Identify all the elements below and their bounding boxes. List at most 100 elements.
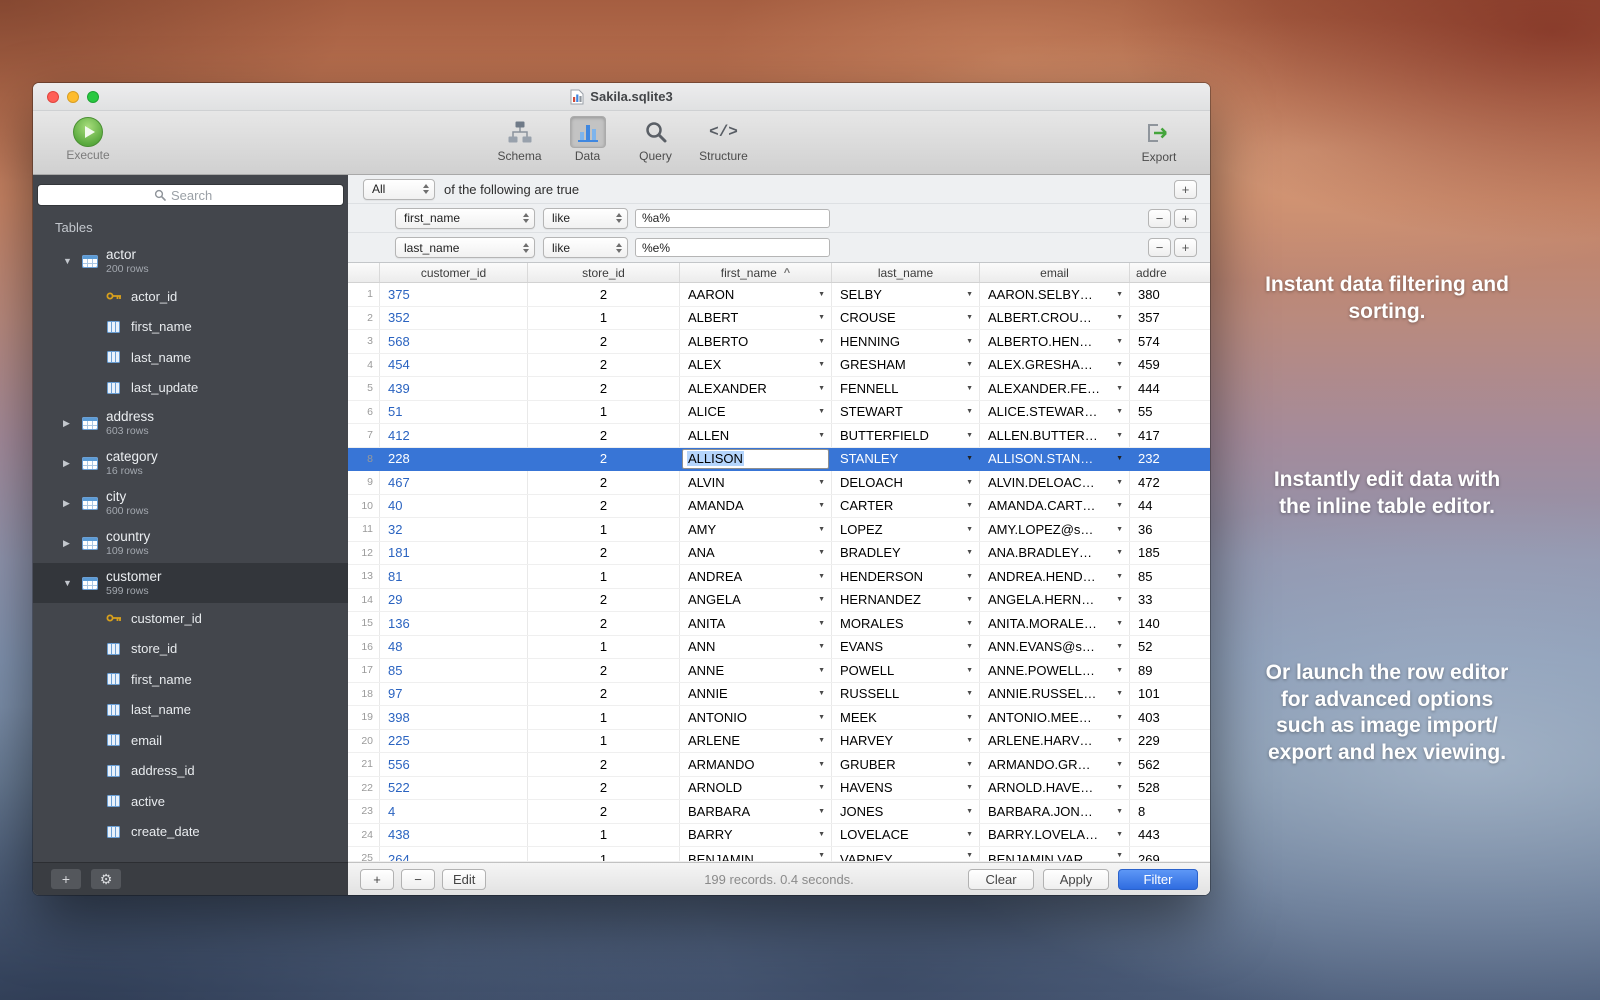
chevron-down-icon[interactable]: ▼ (818, 385, 827, 392)
search-field[interactable] (37, 184, 344, 206)
chevron-down-icon[interactable]: ▼ (966, 408, 975, 415)
chevron-down-icon[interactable]: ▼ (818, 549, 827, 556)
chevron-down-icon[interactable]: ▼ (818, 808, 827, 815)
cell-last-name[interactable]: EVANS▼ (832, 636, 980, 659)
chevron-down-icon[interactable]: ▼ (1116, 432, 1125, 439)
cell-first-name[interactable]: ARLENE▼ (680, 730, 832, 753)
cell-last-name[interactable]: HENDERSON▼ (832, 565, 980, 588)
cell-first-name[interactable]: ALEX▼ (680, 354, 832, 377)
cell-address-id[interactable]: 403 (1130, 706, 1210, 729)
cell-email[interactable]: ANITA.MORALE…▼ (980, 612, 1130, 635)
cell-first-name[interactable]: ALVIN▼ (680, 471, 832, 494)
chevron-down-icon[interactable]: ▼ (966, 314, 975, 321)
chevron-down-icon[interactable]: ▼ (966, 784, 975, 791)
cell-store-id[interactable]: 2 (528, 424, 680, 447)
sidebar-column-create_date[interactable]: create_date (33, 817, 348, 848)
sidebar-column-last_update[interactable]: last_update (33, 373, 348, 404)
chevron-down-icon[interactable]: ▼ (1116, 361, 1125, 368)
cell-first-name[interactable]: ANDREA▼ (680, 565, 832, 588)
chevron-down-icon[interactable]: ▼ (966, 291, 975, 298)
cell-last-name[interactable]: GRUBER▼ (832, 753, 980, 776)
cell-last-name[interactable]: CROUSE▼ (832, 307, 980, 330)
chevron-down-icon[interactable]: ▼ (966, 737, 975, 744)
sidebar-column-address_id[interactable]: address_id (33, 756, 348, 787)
column-header-last-name[interactable]: last_name (832, 263, 980, 282)
cell-store-id[interactable]: 1 (528, 706, 680, 729)
chevron-down-icon[interactable]: ▼ (966, 338, 975, 345)
cell-first-name[interactable]: BARRY▼ (680, 824, 832, 847)
table-row[interactable]: 151362ANITA▼MORALES▼ANITA.MORALE…▼140 (348, 612, 1210, 636)
cell-store-id[interactable]: 2 (528, 659, 680, 682)
add-table-button[interactable]: + (51, 869, 81, 889)
table-row[interactable]: 14292ANGELA▼HERNANDEZ▼ANGELA.HERN…▼33 (348, 589, 1210, 613)
chevron-right-icon[interactable]: ▶ (63, 538, 74, 549)
chevron-down-icon[interactable]: ▼ (818, 573, 827, 580)
chevron-down-icon[interactable]: ▼ (1116, 761, 1125, 768)
cell-store-id[interactable]: 2 (528, 448, 680, 471)
cell-address-id[interactable]: 357 (1130, 307, 1210, 330)
table-row[interactable]: 13811ANDREA▼HENDERSON▼ANDREA.HEND…▼85 (348, 565, 1210, 589)
table-row[interactable]: 17852ANNE▼POWELL▼ANNE.POWELL…▼89 (348, 659, 1210, 683)
gear-icon[interactable]: ⚙ (91, 869, 121, 889)
cell-customer-id[interactable]: 4 (380, 800, 528, 823)
cell-store-id[interactable]: 2 (528, 283, 680, 306)
chevron-down-icon[interactable]: ▼ (1116, 620, 1125, 627)
cell-email[interactable]: ANN.EVANS@s…▼ (980, 636, 1130, 659)
chevron-down-icon[interactable]: ▼ (1116, 549, 1125, 556)
cell-first-name[interactable]: AMY▼ (680, 518, 832, 541)
chevron-down-icon[interactable]: ▼ (966, 808, 975, 815)
cell-first-name[interactable]: ALLEN▼ (680, 424, 832, 447)
chevron-down-icon[interactable]: ▼ (818, 714, 827, 721)
table-row[interactable]: 2342BARBARA▼JONES▼BARBARA.JON…▼8 (348, 800, 1210, 824)
column-header-first-name[interactable]: first_name ^ (680, 263, 832, 282)
cell-address-id[interactable]: 380 (1130, 283, 1210, 306)
clear-button[interactable]: Clear (968, 869, 1034, 890)
query-button[interactable]: Query (627, 116, 685, 163)
chevron-down-icon[interactable]: ▼ (966, 714, 975, 721)
cell-email[interactable]: ANNIE.RUSSEL…▼ (980, 683, 1130, 706)
cell-address-id[interactable]: 459 (1130, 354, 1210, 377)
cell-store-id[interactable]: 1 (528, 401, 680, 424)
chevron-down-icon[interactable]: ▼ (818, 361, 827, 368)
cell-first-name[interactable]: ANA▼ (680, 542, 832, 565)
chevron-down-icon[interactable]: ▼ (966, 667, 975, 674)
cell-customer-id[interactable]: 81 (380, 565, 528, 588)
chevron-down-icon[interactable]: ▼ (966, 455, 975, 462)
cell-email[interactable]: ARLENE.HARV…▼ (980, 730, 1130, 753)
cell-store-id[interactable]: 1 (528, 307, 680, 330)
cell-address-id[interactable]: 33 (1130, 589, 1210, 612)
cell-email[interactable]: ARNOLD.HAVE…▼ (980, 777, 1130, 800)
cell-address-id[interactable]: 89 (1130, 659, 1210, 682)
table-row[interactable]: 11321AMY▼LOPEZ▼AMY.LOPEZ@s…▼36 (348, 518, 1210, 542)
cell-customer-id[interactable]: 352 (380, 307, 528, 330)
chevron-down-icon[interactable]: ▼ (1116, 314, 1125, 321)
cell-address-id[interactable]: 562 (1130, 753, 1210, 776)
chevron-down-icon[interactable]: ▼ (1116, 455, 1125, 462)
cell-last-name[interactable]: STEWART▼ (832, 401, 980, 424)
execute-button[interactable]: Execute (59, 117, 117, 162)
chevron-right-icon[interactable]: ▶ (63, 418, 74, 429)
cell-store-id[interactable]: 1 (528, 847, 680, 861)
cell-customer-id[interactable]: 467 (380, 471, 528, 494)
cell-store-id[interactable]: 1 (528, 636, 680, 659)
chevron-down-icon[interactable]: ▼ (966, 852, 975, 859)
cell-customer-id[interactable]: 181 (380, 542, 528, 565)
cell-email[interactable]: ALLEN.BUTTER…▼ (980, 424, 1130, 447)
chevron-down-icon[interactable]: ▼ (818, 479, 827, 486)
cell-last-name[interactable]: VARNEY▼ (832, 847, 980, 861)
chevron-down-icon[interactable]: ▼ (966, 761, 975, 768)
cell-first-name[interactable]: AARON▼ (680, 283, 832, 306)
cell-last-name[interactable]: HAVENS▼ (832, 777, 980, 800)
cell-store-id[interactable]: 2 (528, 377, 680, 400)
cell-first-name[interactable]: ANTONIO▼ (680, 706, 832, 729)
chevron-down-icon[interactable]: ▼ (1116, 291, 1125, 298)
cell-last-name[interactable]: CARTER▼ (832, 495, 980, 518)
data-button[interactable]: Data (559, 116, 617, 163)
chevron-down-icon[interactable]: ▼ (818, 526, 827, 533)
chevron-down-icon[interactable]: ▼ (818, 784, 827, 791)
cell-email[interactable]: AMY.LOPEZ@s…▼ (980, 518, 1130, 541)
cell-last-name[interactable]: LOVELACE▼ (832, 824, 980, 847)
cell-first-name[interactable]: BARBARA▼ (680, 800, 832, 823)
cell-email[interactable]: ANTONIO.MEE…▼ (980, 706, 1130, 729)
chevron-down-icon[interactable]: ▼ (1116, 526, 1125, 533)
